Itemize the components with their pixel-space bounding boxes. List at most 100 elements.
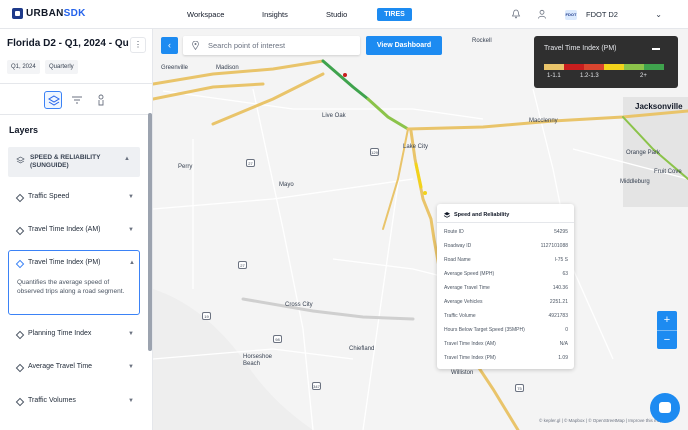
search-input[interactable] xyxy=(208,39,356,52)
diamond-icon xyxy=(15,193,25,203)
view-dashboard-button[interactable]: View Dashboard xyxy=(366,36,442,55)
tooltip-row: Route ID 54295 xyxy=(444,229,568,237)
legend-title: Travel Time Index (PM) xyxy=(544,45,617,52)
tooltip-row: Travel Time Index (AM) N/A xyxy=(444,341,568,349)
tooltip-row: Average Vehicles 2251.21 xyxy=(444,299,568,307)
search-box[interactable] xyxy=(183,36,360,55)
tooltip-value: 0 xyxy=(565,327,568,333)
filter-icon xyxy=(72,96,82,104)
layer-item-average-travel-time[interactable]: Average Travel Time ▼ xyxy=(8,359,140,377)
highway-shield: 347 xyxy=(312,382,321,390)
tooltip-row: Average Speed (MPH) 63 xyxy=(444,271,568,279)
divider xyxy=(0,114,153,115)
tooltip-value: 1127101088 xyxy=(540,243,568,249)
filter-tab-button[interactable] xyxy=(68,91,86,109)
tooltip-row: Road Name I-75 S xyxy=(444,257,568,265)
layer-item-tti-pm-selected[interactable]: Travel Time Index (PM) ▲ Quantifies the … xyxy=(8,250,140,315)
tooltip-key: Average Travel Time xyxy=(444,285,490,291)
pointer-hand-icon xyxy=(98,94,104,106)
logo-text: URBANSDK xyxy=(26,8,86,19)
city-label: Rockell xyxy=(472,38,492,44)
layer-label: Average Travel Time xyxy=(28,363,93,370)
nav-tires[interactable]: TIRES xyxy=(377,8,412,21)
divider xyxy=(437,222,574,223)
layer-label: Planning Time Index xyxy=(28,330,92,337)
legend-swatch xyxy=(584,64,604,70)
layer-group-label: SPEED & RELIABILITY (SUNGUIDE) xyxy=(30,154,101,169)
legend-swatch xyxy=(544,64,564,70)
nav-studio[interactable]: Studio xyxy=(326,10,347,19)
layers-tab-button[interactable] xyxy=(44,91,62,109)
coast-area xyxy=(153,289,313,430)
nav-insights[interactable]: Insights xyxy=(262,10,288,19)
chevron-up-icon: ▲ xyxy=(124,156,130,162)
zoom-out-button[interactable]: − xyxy=(657,330,677,349)
tooltip-row: Average Travel Time 140.36 xyxy=(444,285,568,293)
layer-label: Traffic Volumes xyxy=(28,397,76,404)
layer-group-speed-reliability[interactable]: SPEED & RELIABILITY (SUNGUIDE) ▲ xyxy=(8,147,140,177)
nav-workspace[interactable]: Workspace xyxy=(187,10,224,19)
city-label: Live Oak xyxy=(322,113,346,119)
legend-swatch xyxy=(564,64,584,70)
highway-shield: 27 xyxy=(246,159,255,167)
tooltip-key: Route ID xyxy=(444,229,464,235)
layers-heading: Layers xyxy=(9,125,39,135)
map-attribution[interactable]: © kepler.gl | © Mapbox | © OpenStreetMap… xyxy=(539,418,663,423)
tooltip-key: Road Name xyxy=(444,257,471,263)
layer-item-planning-time-index[interactable]: Planning Time Index ▼ xyxy=(8,326,140,344)
tooltip-title: Speed and Reliability xyxy=(454,212,510,218)
interaction-tab-button[interactable] xyxy=(92,91,110,109)
legend-label: 2+ xyxy=(640,73,647,79)
legend-label: 1-1.1 xyxy=(547,73,561,79)
city-label: Lake City xyxy=(403,144,429,150)
fdot-logo: FDOT xyxy=(565,9,577,20)
tooltip-key: Travel Time Index (AM) xyxy=(444,341,496,347)
map-canvas[interactable]: Greenville Madison Live Oak Lake City Ma… xyxy=(153,29,688,430)
chevron-up-icon: ▲ xyxy=(129,260,135,266)
highway-shield: 129 xyxy=(370,148,379,156)
map-basemap xyxy=(153,59,688,430)
layer-item-traffic-speed[interactable]: Traffic Speed ▼ xyxy=(8,189,140,207)
tooltip-value: 54295 xyxy=(554,229,568,235)
divider xyxy=(0,83,153,84)
tooltip-value: 63 xyxy=(562,271,568,277)
chevron-down-icon: ▼ xyxy=(128,398,134,404)
tooltip-key: Roadway ID xyxy=(444,243,472,249)
congestion-point xyxy=(343,73,347,77)
urbansdk-logo[interactable]: URBANSDK xyxy=(12,8,86,19)
urbansdk-logo-icon xyxy=(12,8,23,19)
user-icon[interactable] xyxy=(537,9,547,19)
chip-interval: Quarterly xyxy=(45,60,78,74)
tooltip-row: Travel Time Index (PM) 1.09 xyxy=(444,355,568,363)
city-label: Greenville xyxy=(161,65,189,71)
chat-support-button[interactable] xyxy=(650,393,680,423)
highway-shield: 27 xyxy=(238,261,247,269)
tooltip-value: 2251.21 xyxy=(549,299,568,305)
page-title: Florida D2 - Q1, 2024 - Qu... xyxy=(7,38,129,49)
location-pin-icon xyxy=(192,41,199,50)
city-label: Perry xyxy=(178,164,193,170)
sidebar-scrollbar[interactable] xyxy=(148,113,152,351)
legend-swatch xyxy=(644,64,664,70)
chevron-down-icon: ▼ xyxy=(128,364,134,370)
tooltip-value: 4921783 xyxy=(548,313,568,319)
city-label: Jacksonville xyxy=(635,102,683,111)
zoom-in-button[interactable]: + xyxy=(657,311,677,330)
minimize-legend-button[interactable] xyxy=(652,48,660,50)
collapse-sidebar-button[interactable]: ‹ xyxy=(161,37,178,54)
org-selector[interactable]: FDOT FDOT D2 ⌄ xyxy=(565,6,672,23)
layer-item-traffic-volumes[interactable]: Traffic Volumes ▼ xyxy=(8,393,140,411)
city-label: Williston xyxy=(451,370,474,376)
bell-icon[interactable] xyxy=(511,9,521,19)
layer-label: Travel Time Index (AM) xyxy=(28,226,101,233)
city-label: Chiefland xyxy=(349,346,375,352)
tooltip-key: Travel Time Index (PM) xyxy=(444,355,496,361)
layer-item-tti-am[interactable]: Travel Time Index (AM) ▼ xyxy=(8,222,140,240)
chevron-down-icon: ▼ xyxy=(128,227,134,233)
highway-shield: 19 xyxy=(202,312,211,320)
city-label: Fruit Cove xyxy=(654,169,682,175)
more-options-button[interactable]: ⋮ xyxy=(130,37,146,53)
legend-label: 1.2-1.3 xyxy=(580,73,599,79)
feature-tooltip: Speed and Reliability Route ID 54295 Road… xyxy=(437,204,574,369)
diamond-icon xyxy=(15,330,25,340)
